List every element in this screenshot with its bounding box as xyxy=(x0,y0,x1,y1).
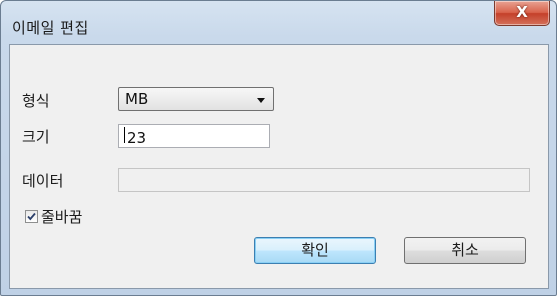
close-icon: X xyxy=(516,3,528,21)
size-label: 크기 xyxy=(22,128,50,146)
size-input[interactable]: 23 xyxy=(118,124,270,148)
format-label: 형식 xyxy=(22,92,50,110)
ok-button[interactable]: 확인 xyxy=(254,237,376,264)
size-input-value: 23 xyxy=(127,129,147,147)
data-label: 데이터 xyxy=(22,172,64,190)
data-input[interactable] xyxy=(118,168,530,192)
chevron-down-icon xyxy=(257,98,265,103)
checkmark-icon xyxy=(27,212,36,221)
dialog-window: 이메일 편집 X 형식 MB 크기 23 데이터 줄바꿈 확인 취소 xyxy=(0,0,557,296)
cancel-button[interactable]: 취소 xyxy=(404,237,526,264)
text-caret xyxy=(124,127,125,143)
wrap-label[interactable]: 줄바꿈 xyxy=(41,206,82,227)
close-button[interactable]: X xyxy=(494,1,550,26)
format-dropdown-value: MB xyxy=(125,90,149,108)
wrap-checkbox[interactable] xyxy=(25,210,38,223)
format-dropdown[interactable]: MB xyxy=(118,87,274,111)
title-bar[interactable]: 이메일 편집 X xyxy=(1,1,556,41)
window-title: 이메일 편집 xyxy=(12,19,89,37)
dialog-client-area: 형식 MB 크기 23 데이터 줄바꿈 확인 취소 xyxy=(9,44,549,289)
